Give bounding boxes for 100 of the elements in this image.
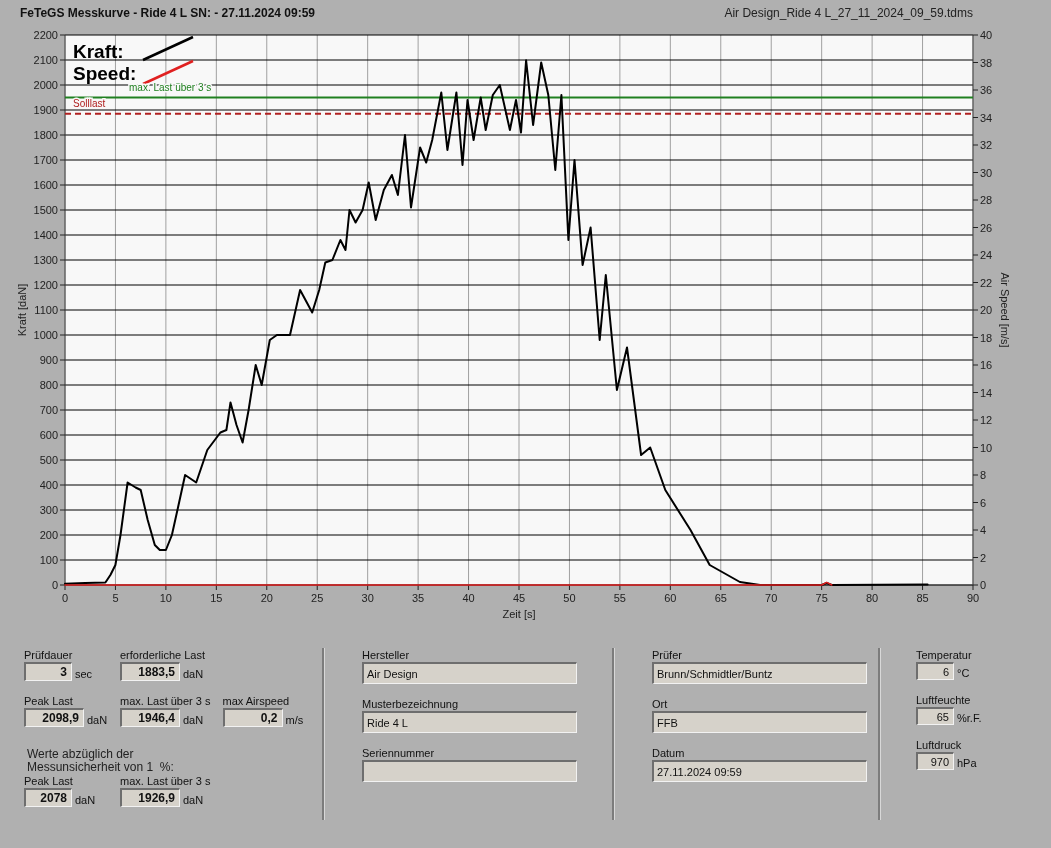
axis-tick-label: 700 [39,404,58,416]
value-field: 65 [916,707,954,725]
field-label: Temperatur [916,648,973,662]
axis-tick-label: 1500 [33,204,58,216]
field-label: max. Last über 3 s [120,694,211,708]
axis-tick-label: 0 [61,592,69,604]
unit-label: daN [183,793,204,807]
axis-tick-label: 22 [980,276,993,289]
axis-tick-label: 500 [39,454,58,466]
axis-tick-label: 100 [39,554,58,566]
axis-tick-label: 35 [412,592,425,604]
axis-title: Kraft [daN] [16,283,28,337]
unit-label: °C [957,666,970,680]
axis-tick-label: 34 [980,111,993,124]
axis-tick-label: 0 [980,579,987,591]
field-label: Peak Last [24,694,74,708]
axis-tick-label: 45 [512,592,526,604]
axis-tick-label: 30 [361,592,374,604]
axis-tick-label: 75 [815,592,828,604]
axis-tick-label: 26 [980,221,993,234]
axis-tick-label: 20 [980,304,993,316]
axis-tick-label: 30 [980,166,993,179]
field-label: Datum [652,746,686,760]
value-field: 2098,9 [24,708,84,727]
field-label: Peak Last [24,774,74,788]
axis-tick-label: 24 [980,249,993,261]
axis-tick-label: 50 [563,592,576,604]
value-field: 6 [916,662,954,680]
legend-label: Speed: [73,63,137,84]
legend-label: Kraft: [73,41,124,62]
field-label: Prüfer [652,648,683,662]
axis-tick-label: 40 [462,592,475,604]
field-label: Hersteller [362,648,411,662]
window-title: FeTeGS Messkurve - Ride 4 L SN: - 27.11.2024 09:59 [20,6,316,20]
value-field: 1883,5 [120,662,180,681]
axis-tick-label: 600 [39,429,58,441]
file-name: Air Design_Ride 4 L_27_11_2024_09_59.tdms [724,6,973,20]
axis-tick-label: 5 [112,592,119,604]
axis-tick-label: 36 [980,84,993,96]
axis-tick-label: 300 [39,504,58,516]
axis-tick-label: 18 [980,331,993,344]
field-label: Seriennummer [362,746,436,760]
axis-tick-label: 1000 [33,329,58,341]
axis-tick-label: 25 [311,592,324,604]
field-label: Luftfeuchte [916,693,972,707]
unit-label: daN [87,713,108,727]
value-field: 3 [24,662,72,681]
axis-tick-label: 800 [39,379,58,391]
axis-tick-label: 2100 [33,54,58,66]
axis-tick-label: 1100 [34,304,58,316]
axis-tick-label: 900 [39,354,58,366]
threshold-label: Solllast [73,97,106,109]
axis-tick-label: 28 [980,194,993,206]
axis-tick-label: 400 [39,479,58,491]
axis-tick-label: 16 [980,359,993,371]
axis-tick-label: 1800 [33,129,58,141]
value-field: 1926,9 [120,788,180,807]
unit-label: hPa [957,756,977,770]
axis-tick-label: 8 [980,469,987,481]
unit-label: m/s [285,713,304,727]
axis-tick-label: 55 [613,592,626,604]
axis-tick-label: 38 [980,56,993,69]
axis-tick-label: 2000 [33,79,58,91]
axis-tick-label: 4 [980,524,987,536]
field-label: Prüfdauer [24,648,74,662]
axis-tick-label: 80 [866,592,879,604]
axis-tick-label: 10 [159,592,172,604]
axis-title: Air Speed [m/s] [999,272,1011,348]
field-label: Luftdruck [916,738,963,752]
axis-tick-label: 1200 [33,279,58,291]
axis-tick-label: 32 [980,139,993,151]
axis-tick-label: 70 [765,592,778,604]
field-label: max Airspeed [222,694,291,708]
axis-tick-label: 1300 [33,254,58,266]
axis-tick-label: 1900 [33,104,58,116]
axis-tick-label: 6 [980,496,987,509]
value-field: 970 [916,752,954,770]
axis-tick-label: 12 [980,414,993,426]
axis-tick-label: 200 [39,529,58,541]
value-field: 2078 [24,788,72,807]
axis-tick-label: 1400 [33,229,58,241]
field-label: erforderliche Last [120,648,205,662]
field-label: Musterbezeichnung [362,697,459,711]
field-label: Ort [652,697,669,711]
axis-tick-label: 20 [260,592,273,604]
axis-tick-label: 2 [980,551,987,564]
field-label: max. Last über 3 s [120,774,211,788]
value-field: 0,2 [222,708,283,727]
axis-tick-label: 90 [966,592,980,604]
unit-label: sec [75,667,93,681]
unit-label: daN [183,667,204,681]
value-field: 1946,4 [120,708,180,727]
axis-tick-label: 1600 [33,179,58,191]
axis-title: Zeit [s] [502,608,536,620]
axis-tick-label: 15 [210,592,223,604]
axis-tick-label: 10 [980,441,993,454]
axis-tick-label: 0 [51,579,58,591]
note-text: Werte abzüglich der Messunsicherheit von 1 %: [27,748,175,774]
unit-label: daN [183,713,204,727]
axis-tick-label: 1700 [33,154,58,166]
